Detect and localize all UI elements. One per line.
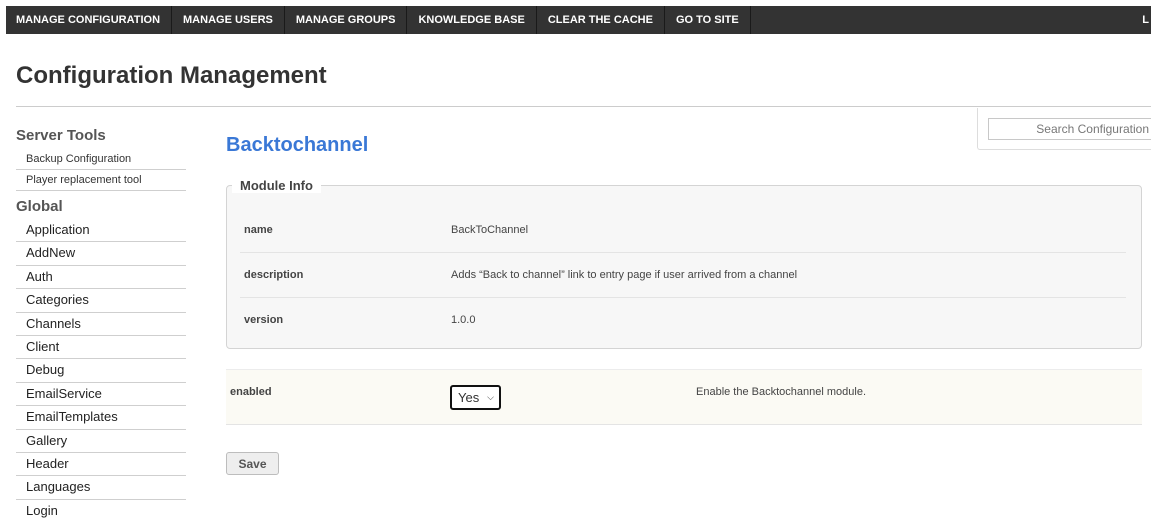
enabled-select-value: Yes <box>458 390 480 405</box>
sidebar-heading-global: Global <box>16 198 63 215</box>
info-value: Adds “Back to channel” link to entry pag… <box>451 269 798 281</box>
info-value: 1.0.0 <box>451 314 476 326</box>
info-value: BackToChannel <box>451 224 529 236</box>
module-title: Backtochannel <box>226 134 369 156</box>
save-button[interactable]: Save <box>226 452 279 475</box>
sidebar-item-header[interactable]: Header <box>16 453 186 477</box>
search-input[interactable] <box>988 118 1151 140</box>
nav-right-truncated[interactable]: L <box>1142 6 1151 34</box>
sidebar-heading-server-tools: Server Tools <box>16 127 106 144</box>
title-divider <box>16 106 1151 107</box>
nav-manage-groups[interactable]: MANAGE GROUPS <box>285 6 408 34</box>
enabled-select[interactable]: Yes ⌵ <box>450 385 501 410</box>
nav-clear-the-cache[interactable]: CLEAR THE CACHE <box>537 6 665 34</box>
nav-knowledge-base[interactable]: KNOWLEDGE BASE <box>407 6 537 34</box>
sidebar-item-debug[interactable]: Debug <box>16 359 186 383</box>
sidebar-item-categories[interactable]: Categories <box>16 289 186 313</box>
sidebar-item-emailtemplates[interactable]: EmailTemplates <box>16 406 186 430</box>
chevron-down-icon: ⌵ <box>487 392 494 402</box>
setting-row-enabled: enabled Yes ⌵ Enable the Backtochannel m… <box>226 369 1142 425</box>
sidebar-item-emailservice[interactable]: EmailService <box>16 383 186 407</box>
sidebar-item-channels[interactable]: Channels <box>16 313 186 336</box>
sidebar-item-login[interactable]: Login <box>16 500 186 523</box>
setting-description-enabled: Enable the Backtochannel module. <box>696 386 867 398</box>
sidebar-item-addnew[interactable]: AddNew <box>16 242 186 266</box>
search-panel <box>977 108 1151 150</box>
info-key: name <box>244 224 273 236</box>
nav-go-to-site[interactable]: GO TO SITE <box>665 6 751 34</box>
nav-manage-configuration[interactable]: MANAGE CONFIGURATION <box>6 6 173 34</box>
info-row-description: description Adds “Back to channel” link … <box>240 253 1126 298</box>
sidebar: Server Tools Backup Configuration Player… <box>16 126 186 523</box>
sidebar-item-client[interactable]: Client <box>16 336 186 360</box>
top-nav-bar: MANAGE CONFIGURATION MANAGE USERS MANAGE… <box>6 6 1151 34</box>
sidebar-item-player-replacement-tool[interactable]: Player replacement tool <box>16 170 186 191</box>
sidebar-item-auth[interactable]: Auth <box>16 266 186 290</box>
page-title: Configuration Management <box>16 62 327 89</box>
nav-manage-users[interactable]: MANAGE USERS <box>172 6 285 34</box>
info-key: description <box>244 269 304 281</box>
sidebar-item-languages[interactable]: Languages <box>16 476 186 500</box>
info-row-name: name BackToChannel <box>240 208 1126 253</box>
setting-label-enabled: enabled <box>230 386 272 398</box>
sidebar-item-application[interactable]: Application <box>16 219 186 243</box>
sidebar-item-gallery[interactable]: Gallery <box>16 430 186 453</box>
info-row-version: version 1.0.0 <box>240 298 1126 343</box>
module-info-legend: Module Info <box>232 179 321 193</box>
sidebar-item-backup-configuration[interactable]: Backup Configuration <box>16 149 186 170</box>
info-key: version <box>244 314 284 326</box>
